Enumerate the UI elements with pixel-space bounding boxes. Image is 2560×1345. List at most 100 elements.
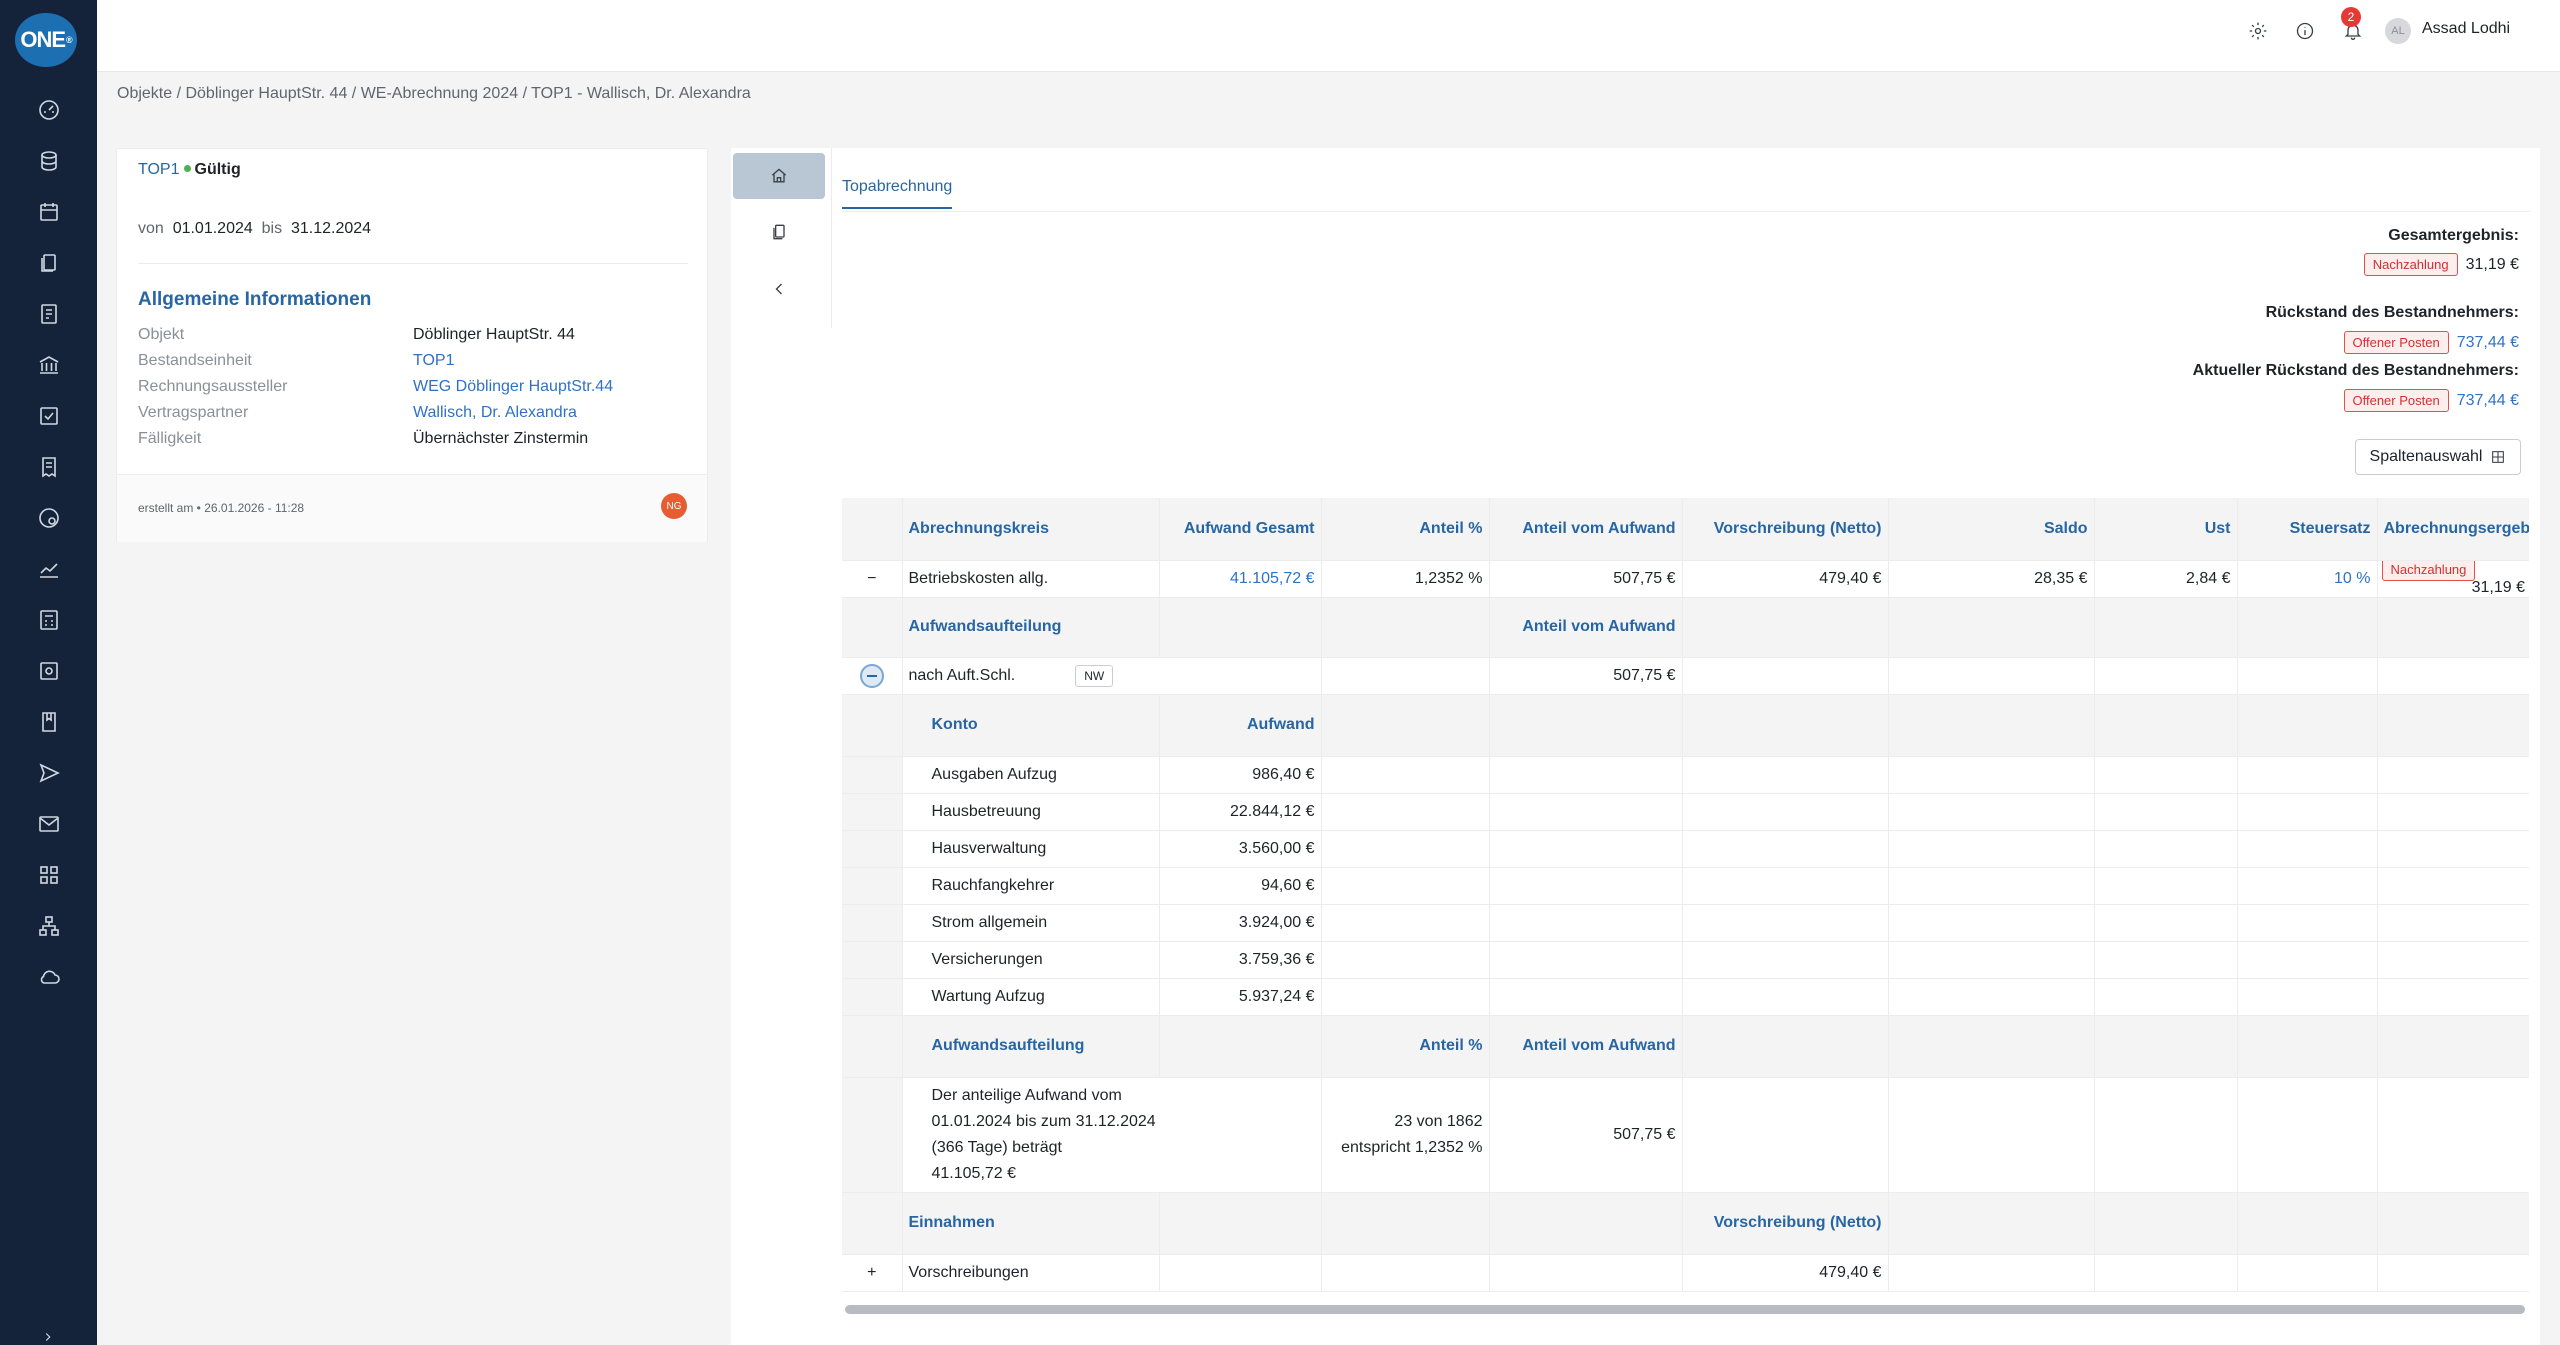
- header-cell: [1488, 694, 1682, 757]
- book-icon[interactable]: [0, 696, 97, 747]
- rueckstand-value[interactable]: 737,44 €: [2457, 334, 2519, 352]
- table-row: − Betriebskosten allg. 41.105,72 € 1,235…: [842, 560, 2529, 598]
- header-cell: [1681, 1015, 1888, 1078]
- receipt-icon[interactable]: [0, 441, 97, 492]
- breadcrumb[interactable]: Objekte / Döblinger HauptStr. 44 / WE-Ab…: [117, 85, 751, 103]
- cell: [1320, 756, 1489, 794]
- calculator-icon[interactable]: [0, 594, 97, 645]
- creator-avatar[interactable]: NG: [661, 493, 687, 519]
- tab-topabrechnung[interactable]: Topabrechnung: [842, 178, 953, 209]
- header-cell[interactable]: Abrechnungsergebnis: [2376, 498, 2529, 561]
- header-cell: [1887, 1192, 2094, 1255]
- calendar-icon[interactable]: [0, 186, 97, 237]
- dashboard-icon[interactable]: [0, 84, 97, 135]
- cell: [1887, 978, 2094, 1016]
- header-cell[interactable]: Steuersatz: [2236, 498, 2377, 561]
- header-cell[interactable]: Anteil vom Aufwand: [1488, 498, 1682, 561]
- header-cell: [1488, 1192, 1682, 1255]
- cell: [2093, 978, 2237, 1016]
- cloud-icon[interactable]: [0, 951, 97, 1002]
- aufteilung2-row: Der anteilige Aufwand vom 01.01.2024 bis…: [842, 1077, 2529, 1193]
- cell: [1320, 867, 1489, 905]
- field-value-vertragspartner[interactable]: Wallisch, Dr. Alexandra: [413, 404, 577, 422]
- cell: [2236, 867, 2377, 905]
- field-label: Objekt: [138, 326, 185, 343]
- cell: [2376, 830, 2529, 868]
- user-name[interactable]: Assad Lodhi: [2422, 20, 2510, 38]
- konto-name: Hausbetreuung: [901, 793, 1159, 831]
- cell: Nachzahlung 31,19 €: [2376, 560, 2529, 598]
- header-cell[interactable]: Vorschreibung (Netto): [1681, 498, 1888, 561]
- cell: 507,75 €: [1488, 560, 1682, 598]
- tasks-icon[interactable]: [0, 390, 97, 441]
- app-logo[interactable]: ONE ®: [15, 13, 77, 67]
- header-cell[interactable]: Saldo: [1887, 498, 2094, 561]
- cell: [1488, 867, 1682, 905]
- aufteilung-line: 41.105,72 €: [931, 1164, 1017, 1182]
- top-bar: [97, 0, 2560, 72]
- avatar[interactable]: AL: [2385, 18, 2411, 44]
- cell: [1488, 1254, 1682, 1292]
- gesamtergebnis-value: 31,19 €: [2465, 255, 2519, 273]
- mail-icon[interactable]: [0, 798, 97, 849]
- header-cell: [2236, 597, 2377, 658]
- settings-coin-icon[interactable]: [0, 492, 97, 543]
- photo-icon[interactable]: [0, 645, 97, 696]
- konto-name: Rauchfangkehrer: [901, 867, 1159, 905]
- offener-posten-badge: Offener Posten: [2343, 331, 2449, 354]
- bank-icon[interactable]: [0, 339, 97, 390]
- cell: [2236, 978, 2377, 1016]
- field-label: Vertragspartner: [138, 404, 249, 421]
- hierarchy-icon[interactable]: [0, 900, 97, 951]
- anteil-cell: 23 von 1862 entspricht 1,2352 %: [1320, 1077, 1489, 1193]
- header-cell[interactable]: Anteil %: [1320, 498, 1489, 561]
- aktueller-rueckstand-value[interactable]: 737,44 €: [2457, 392, 2519, 410]
- minus-circle-icon[interactable]: [859, 663, 884, 688]
- apps-icon[interactable]: [0, 849, 97, 900]
- home-icon[interactable]: [733, 153, 825, 199]
- documents-icon[interactable]: [0, 237, 97, 288]
- row-name: nach Auft.Schl. NW: [901, 657, 1321, 695]
- cell: 1,2352 %: [1320, 560, 1489, 598]
- nw-badge: NW: [1075, 664, 1114, 687]
- chart-icon[interactable]: [0, 543, 97, 594]
- header-cell[interactable]: Aufwand Gesamt: [1158, 498, 1321, 561]
- status-dot-icon: [183, 165, 191, 172]
- cell: [1887, 904, 2094, 942]
- header-cell: [2236, 1015, 2377, 1078]
- spaltenauswahl-button[interactable]: Spaltenauswahl: [2355, 439, 2521, 475]
- cell: [1320, 793, 1489, 831]
- info-icon[interactable]: [2292, 18, 2318, 44]
- gear-icon[interactable]: [2245, 18, 2271, 44]
- field-value-bestandseinheit[interactable]: TOP1: [413, 352, 455, 370]
- sidebar: ONE ®: [0, 0, 97, 1345]
- cell: [2093, 756, 2237, 794]
- main-card: Topabrechnung Gesamtergebnis: Nachzahlun…: [731, 148, 2540, 1345]
- steuersatz-link[interactable]: 10 %: [2236, 560, 2377, 598]
- copy-icon[interactable]: [733, 209, 825, 255]
- database-icon[interactable]: [0, 135, 97, 186]
- invoice-icon[interactable]: [0, 288, 97, 339]
- aufwand-gesamt-link[interactable]: 41.105,72 €: [1158, 560, 1321, 598]
- konto-row: Hausverwaltung 3.560,00 €: [842, 830, 2529, 868]
- field-value-rechnungsaussteller[interactable]: WEG Döblinger HauptStr.44: [413, 378, 613, 396]
- collapse-chevron-icon[interactable]: [733, 266, 825, 312]
- horizontal-scrollbar[interactable]: [845, 1305, 2525, 1314]
- expand-toggle[interactable]: +: [842, 1254, 902, 1292]
- header-cell: [2376, 1192, 2529, 1255]
- header-cell[interactable]: Ust: [2093, 498, 2237, 561]
- collapse-toggle[interactable]: −: [842, 560, 902, 598]
- send-icon[interactable]: [0, 747, 97, 798]
- top-id[interactable]: TOP1: [138, 161, 180, 178]
- bis-label: bis: [261, 220, 283, 237]
- cell: [1320, 978, 1489, 1016]
- cell: [2093, 657, 2237, 695]
- header-cell: [1320, 597, 1489, 658]
- collapse-toggle[interactable]: [842, 657, 902, 695]
- konto-name: Wartung Aufzug: [901, 978, 1159, 1016]
- header-cell: [2093, 597, 2237, 658]
- konto-value: 5.937,24 €: [1158, 978, 1321, 1016]
- cell: [1887, 793, 2094, 831]
- expand-sidebar-icon[interactable]: [38, 1328, 58, 1345]
- header-cell[interactable]: Abrechnungskreis: [901, 498, 1159, 561]
